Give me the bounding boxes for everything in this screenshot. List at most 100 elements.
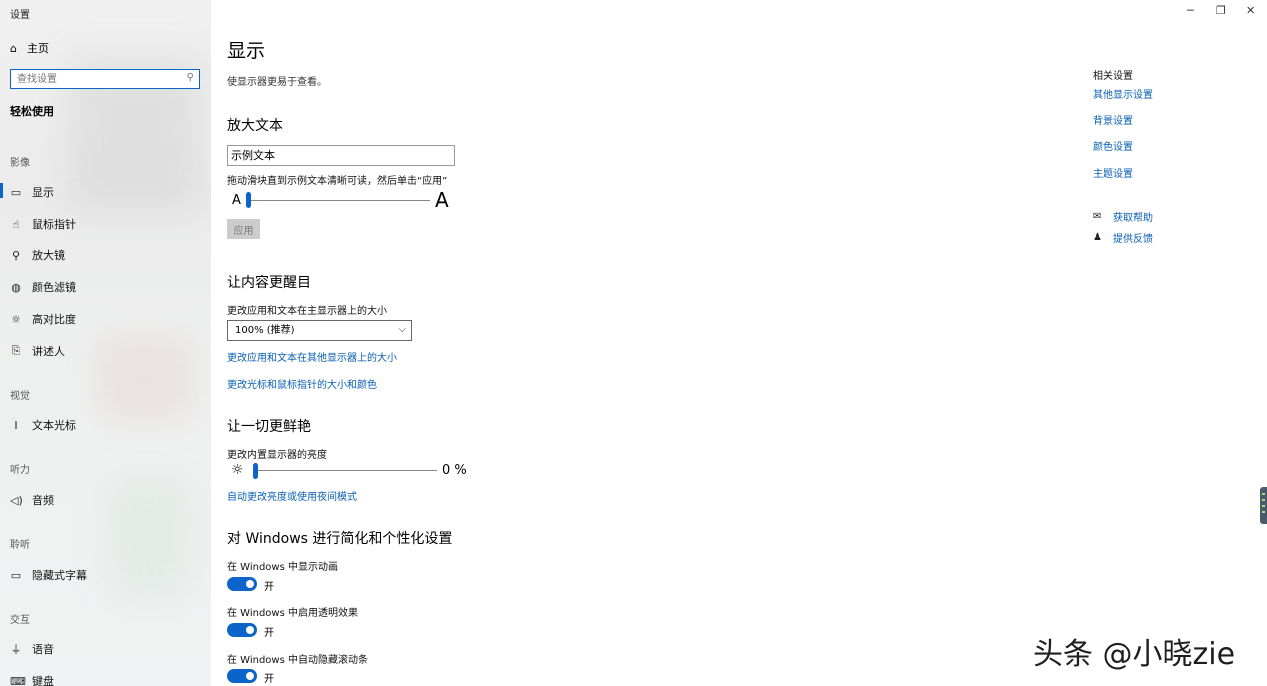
restore-button[interactable]: ❐ <box>1216 4 1226 17</box>
link-pointer-size-color[interactable]: 更改光标和鼠标指针的大小和颜色 <box>227 376 377 391</box>
section-heading-brighter: 让一切更鲜艳 <box>227 419 311 435</box>
sample-text-box: 示例文本 <box>227 145 455 166</box>
related-settings-heading: 相关设置 <box>1093 71 1133 82</box>
sidebar-item-home[interactable]: ⌂ 主页 <box>10 40 49 56</box>
sidebar-item-text-cursor[interactable]: I 文本光标 <box>10 417 76 433</box>
text-size-slider-thumb[interactable] <box>246 192 251 208</box>
feedback-icon: ♟ <box>1093 232 1102 243</box>
sidebar-section-label: 交互 <box>10 615 30 626</box>
sidebar-section-label: 影像 <box>10 158 30 169</box>
big-a-label: A <box>435 188 449 212</box>
text-size-instruction: 拖动滑块直到示例文本清晰可读，然后单击“应用” <box>227 176 448 187</box>
brightness-slider-thumb[interactable] <box>253 463 258 479</box>
text-size-slider-track[interactable] <box>249 200 430 201</box>
get-help-row[interactable]: ✉ 获取帮助 <box>1093 209 1153 224</box>
narrator-icon: ⎘ <box>11 344 21 357</box>
monitor-icon: ▭ <box>10 185 22 199</box>
toggle-scrollbars-label: 在 Windows 中自动隐藏滚动条 <box>227 655 368 666</box>
sidebar-item-closed-captions[interactable]: ▭ 隐藏式字幕 <box>10 567 87 583</box>
magnifier-icon: ⚲ <box>11 248 21 262</box>
section-heading-text-size: 放大文本 <box>227 118 283 134</box>
contrast-icon: ☼ <box>11 312 21 326</box>
scale-dropdown-value: 100% (推荐) <box>235 325 295 336</box>
sidebar-item-label: 颜色滤镜 <box>32 281 76 294</box>
handle-dot <box>1262 505 1265 507</box>
sidebar-item-audio[interactable]: ◁) 音频 <box>10 492 54 508</box>
palette-icon: ◍ <box>11 280 21 294</box>
text-cursor-icon: I <box>14 418 18 432</box>
toggle-transparency-label: 在 Windows 中启用透明效果 <box>227 608 358 619</box>
close-button[interactable]: ✕ <box>1246 4 1255 17</box>
help-chat-icon: ✉ <box>1093 211 1102 222</box>
speaker-icon: ◁) <box>10 493 23 507</box>
page-description: 使显示器更易于查看。 <box>227 77 327 88</box>
toggle-state-label: 开 <box>264 674 274 685</box>
sidebar-item-label: 主页 <box>26 42 49 55</box>
toggle-state-label: 开 <box>264 628 274 639</box>
sidebar-item-mouse-pointer[interactable]: ☝ 鼠标指针 <box>10 216 76 232</box>
toggle-animations[interactable] <box>227 577 257 591</box>
toggle-animations-label: 在 Windows 中显示动画 <box>227 562 338 573</box>
sidebar-item-color-filters[interactable]: ◍ 颜色滤镜 <box>10 279 76 295</box>
sidebar-acrylic-blur <box>100 340 190 420</box>
sidebar-section-label: 聆听 <box>10 540 30 551</box>
sidebar-item-narrator[interactable]: ⎘ 讲述人 <box>10 343 65 359</box>
minimize-button[interactable]: ─ <box>1187 4 1194 17</box>
link-give-feedback[interactable]: 提供反馈 <box>1113 230 1153 245</box>
link-other-displays-size[interactable]: 更改应用和文本在其他显示器上的大小 <box>227 349 397 364</box>
feedback-row[interactable]: ♟ 提供反馈 <box>1093 230 1153 245</box>
sidebar-item-label: 键盘 <box>32 675 54 686</box>
sidebar: 设置 ⌂ 主页 ⚲ 轻松使用 影像 ▭ 显示 ☝ 鼠标指针 ⚲ 放大镜 ◍ 颜色… <box>0 0 211 686</box>
sidebar-section-label: 视觉 <box>10 391 30 402</box>
sidebar-item-label: 隐藏式字幕 <box>32 569 87 582</box>
link-color-settings[interactable]: 颜色设置 <box>1093 138 1133 153</box>
sidebar-item-label: 语音 <box>32 643 54 656</box>
toggle-state-label: 开 <box>264 582 274 593</box>
brightness-value: 0 % <box>442 463 467 478</box>
link-get-help[interactable]: 获取帮助 <box>1113 209 1153 224</box>
brightness-slider-track[interactable] <box>256 470 437 471</box>
sidebar-category: 轻松使用 <box>10 105 54 118</box>
link-theme-settings[interactable]: 主题设置 <box>1093 165 1133 180</box>
search-icon[interactable]: ⚲ <box>187 72 194 83</box>
microphone-icon: ⏚ <box>10 643 22 656</box>
chevron-down-icon: ⌵ <box>398 324 406 335</box>
captions-icon: ▭ <box>10 568 22 582</box>
scale-label: 更改应用和文本在主显示器上的大小 <box>227 306 387 317</box>
sidebar-item-high-contrast[interactable]: ☼ 高对比度 <box>10 311 76 327</box>
sidebar-item-label: 文本光标 <box>32 419 76 432</box>
handle-dot <box>1262 511 1265 513</box>
active-indicator <box>0 183 3 198</box>
toggle-transparency[interactable] <box>227 623 257 637</box>
brightness-label: 更改内置显示器的亮度 <box>227 450 327 461</box>
page-title: 显示 <box>227 40 266 62</box>
apply-button[interactable]: 应用 <box>227 219 260 239</box>
sidebar-item-label: 鼠标指针 <box>32 218 76 231</box>
toggle-scrollbars[interactable] <box>227 669 257 683</box>
sidebar-item-label: 音频 <box>32 494 54 507</box>
sidebar-item-magnifier[interactable]: ⚲ 放大镜 <box>10 247 65 263</box>
keyboard-icon: ⌨ <box>10 674 26 686</box>
link-night-light[interactable]: 自动更改亮度或使用夜间模式 <box>227 488 357 503</box>
sidebar-section-label: 听力 <box>10 465 30 476</box>
sidebar-item-label: 讲述人 <box>32 345 65 358</box>
sidebar-acrylic-blur <box>110 480 190 600</box>
handle-dot <box>1262 499 1265 501</box>
link-background-settings[interactable]: 背景设置 <box>1093 112 1133 127</box>
sidebar-item-label: 显示 <box>32 186 54 199</box>
sidebar-item-keyboard[interactable]: ⌨ 键盘 <box>10 673 54 686</box>
small-a-label: A <box>232 193 241 208</box>
search-box[interactable]: ⚲ <box>10 69 200 89</box>
home-icon: ⌂ <box>10 41 17 55</box>
search-input[interactable] <box>11 70 171 88</box>
sidebar-item-display[interactable]: ▭ 显示 <box>10 184 54 200</box>
scale-dropdown[interactable]: 100% (推荐) ⌵ <box>227 320 412 341</box>
handle-dot <box>1262 493 1265 495</box>
side-panel-handle[interactable] <box>1260 487 1267 524</box>
section-heading-bigger: 让内容更醒目 <box>227 275 311 291</box>
link-other-display-settings[interactable]: 其他显示设置 <box>1093 86 1153 101</box>
sidebar-item-speech[interactable]: ⏚ 语音 <box>10 641 55 657</box>
sidebar-item-label: 放大镜 <box>32 249 65 262</box>
window-title: 设置 <box>10 10 30 21</box>
pointer-icon: ☝ <box>12 217 20 231</box>
